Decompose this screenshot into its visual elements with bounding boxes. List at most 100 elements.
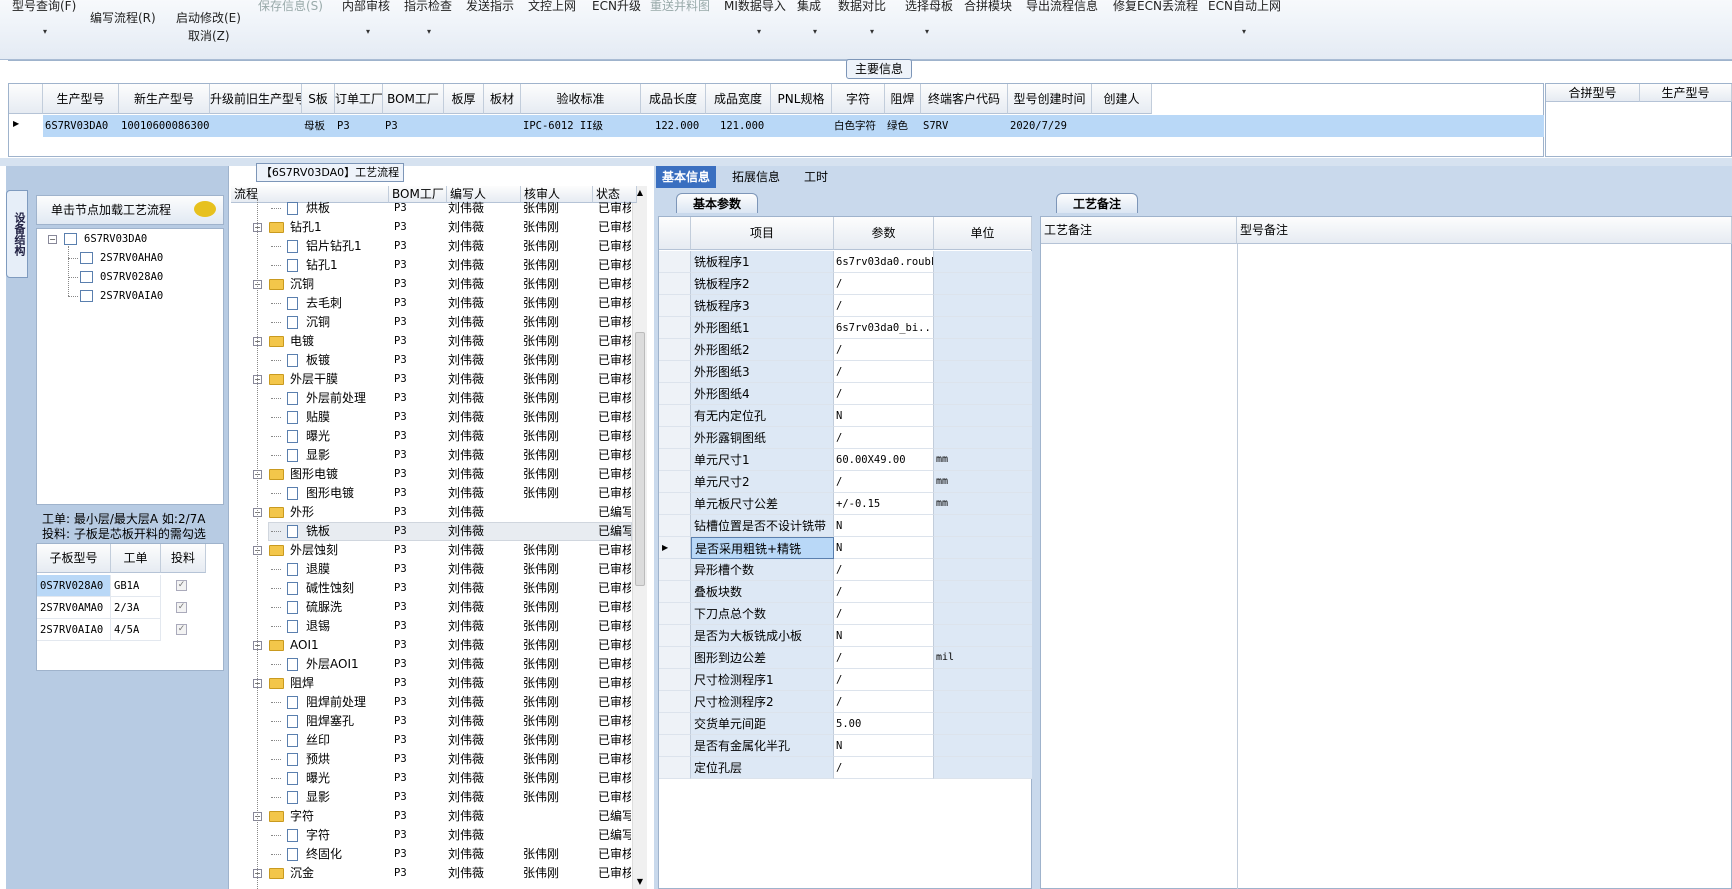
- sub-grid-order-0[interactable]: GB1A: [111, 575, 161, 597]
- toolbar-button-13[interactable]: 导出流程信息: [1026, 0, 1098, 14]
- tab-0[interactable]: 基本信息: [656, 166, 717, 188]
- param-value-19[interactable]: /: [834, 669, 934, 691]
- grid-header-12[interactable]: 字符: [832, 84, 885, 114]
- toolbar-button-0[interactable]: 型号查询(F): [12, 0, 76, 14]
- grid-cell-10[interactable]: 121.000: [706, 115, 771, 137]
- sub-grid-header-0[interactable]: 子板型号: [37, 544, 111, 573]
- flow-name-17[interactable]: 铣板: [306, 522, 388, 541]
- dropdown-arrow-icon[interactable]: ▾: [366, 27, 370, 36]
- tree-child-1[interactable]: 0S7RV028A0: [100, 271, 163, 283]
- sub-grid-checkbox-0[interactable]: ✓: [176, 580, 187, 591]
- grid-header-3[interactable]: S板: [302, 84, 335, 114]
- param-value-3[interactable]: 6s7rv03da0_bi...: [834, 317, 934, 339]
- param-value-15[interactable]: /: [834, 581, 934, 603]
- sub-grid-checkbox-1[interactable]: ✓: [176, 602, 187, 613]
- toolbar-button-2[interactable]: 内部审核: [342, 0, 390, 14]
- grid-cell-5[interactable]: P3: [383, 115, 444, 137]
- cancel-button[interactable]: 取消(Z): [188, 27, 230, 44]
- toolbar-button-10[interactable]: 数据对比: [838, 0, 886, 14]
- toolbar-button-12[interactable]: 合拼模块: [964, 0, 1012, 14]
- flow-name-29[interactable]: 预烘: [306, 750, 388, 769]
- param-value-13[interactable]: N: [834, 537, 934, 559]
- tab-basic-params[interactable]: 基本参数: [676, 193, 758, 213]
- grid-header-2[interactable]: 升级前旧生产型号: [210, 84, 302, 114]
- param-value-8[interactable]: /: [834, 427, 934, 449]
- grid-header-5[interactable]: BOM工厂: [383, 84, 444, 114]
- toolbar-button-4[interactable]: 发送指示: [466, 0, 514, 14]
- sub-grid-checkbox-2[interactable]: ✓: [176, 624, 187, 635]
- flow-scrollbar[interactable]: ▲ ▼: [632, 186, 647, 889]
- flow-name-5[interactable]: 去毛刺: [306, 294, 388, 313]
- grid-header-15[interactable]: 型号创建时间: [1008, 84, 1092, 114]
- param-header-2[interactable]: 单位: [934, 217, 1032, 250]
- toolbar-button-8[interactable]: MI数据导入: [724, 0, 786, 14]
- flow-name-35[interactable]: 沉金: [290, 864, 385, 883]
- flow-name-30[interactable]: 曝光: [306, 769, 388, 788]
- param-value-14[interactable]: /: [834, 559, 934, 581]
- sub-grid-model-2[interactable]: 2S7RV0AIA0: [37, 619, 111, 641]
- grid-cell-4[interactable]: P3: [335, 115, 383, 137]
- dropdown-arrow-icon[interactable]: ▾: [757, 27, 761, 36]
- flow-name-21[interactable]: 硫脲洗: [306, 598, 388, 617]
- merge-header-0[interactable]: 合拼型号: [1546, 84, 1640, 102]
- flow-name-3[interactable]: 钻孔1: [306, 256, 388, 275]
- param-value-5[interactable]: /: [834, 361, 934, 383]
- flow-name-34[interactable]: 终固化: [306, 845, 388, 864]
- flow-name-1[interactable]: 钻孔1: [290, 218, 385, 237]
- merge-header-1[interactable]: 生产型号: [1640, 84, 1732, 102]
- param-value-1[interactable]: /: [834, 273, 934, 295]
- flow-name-24[interactable]: 外层AOI1: [306, 655, 388, 674]
- flow-name-18[interactable]: 外层蚀刻: [290, 541, 385, 560]
- toolbar-button-5[interactable]: 文控上网: [528, 0, 576, 14]
- flow-name-6[interactable]: 沉铜: [306, 313, 388, 332]
- flow-name-31[interactable]: 显影: [306, 788, 388, 807]
- flow-name-11[interactable]: 贴膜: [306, 408, 388, 427]
- flow-name-26[interactable]: 阻焊前处理: [306, 693, 388, 712]
- tree-child-0[interactable]: 2S7RV0AHA0: [100, 252, 163, 264]
- grid-cell-12[interactable]: 白色字符: [832, 115, 885, 137]
- param-value-2[interactable]: /: [834, 295, 934, 317]
- toolbar-button-1[interactable]: 保存信息(S): [258, 0, 323, 14]
- param-value-18[interactable]: /: [834, 647, 934, 669]
- flow-name-13[interactable]: 显影: [306, 446, 388, 465]
- param-value-11[interactable]: +/-0.15: [834, 493, 934, 515]
- param-value-6[interactable]: /: [834, 383, 934, 405]
- sub-grid-header-2[interactable]: 投料: [161, 544, 206, 573]
- tree-child-2[interactable]: 2S7RV0AIA0: [100, 290, 163, 302]
- dropdown-arrow-icon[interactable]: ▾: [1242, 27, 1246, 36]
- grid-cell-0[interactable]: 6S7RV03DA0: [43, 115, 119, 137]
- flow-name-23[interactable]: AOI1: [290, 636, 385, 655]
- grid-cell-14[interactable]: S7RV: [921, 115, 1008, 137]
- toolbar-button-15[interactable]: ECN自动上网: [1208, 0, 1281, 14]
- grid-header-7[interactable]: 板材: [484, 84, 521, 114]
- flow-name-4[interactable]: 沉铜: [290, 275, 385, 294]
- flow-name-20[interactable]: 碱性蚀刻: [306, 579, 388, 598]
- scroll-down-icon[interactable]: ▼: [633, 875, 647, 889]
- flow-name-16[interactable]: 外形: [290, 503, 385, 522]
- grid-header-14[interactable]: 终端客户代码: [921, 84, 1008, 114]
- grid-cell-8[interactable]: IPC-6012 II级: [521, 115, 641, 137]
- grid-header-8[interactable]: 验收标准: [521, 84, 641, 114]
- param-value-21[interactable]: 5.00: [834, 713, 934, 735]
- flow-name-19[interactable]: 退膜: [306, 560, 388, 579]
- dropdown-arrow-icon[interactable]: ▾: [427, 27, 431, 36]
- grid-cell-9[interactable]: 122.000: [641, 115, 706, 137]
- grid-header-10[interactable]: 成品宽度: [706, 84, 771, 114]
- param-value-23[interactable]: /: [834, 757, 934, 779]
- tab-2[interactable]: 工时: [798, 166, 834, 188]
- toolbar-button-6[interactable]: ECN升级: [592, 0, 641, 14]
- toolbar-button-3[interactable]: 指示检查: [404, 0, 452, 14]
- flow-name-10[interactable]: 外层前处理: [306, 389, 388, 408]
- grid-header-11[interactable]: PNL规格: [771, 84, 832, 114]
- grid-header-0[interactable]: 生产型号: [43, 84, 119, 114]
- grid-cell-13[interactable]: 绿色: [885, 115, 921, 137]
- param-value-7[interactable]: N: [834, 405, 934, 427]
- tab-device-structure[interactable]: 设备结构: [6, 190, 28, 278]
- dropdown-arrow-icon[interactable]: ▾: [925, 27, 929, 36]
- toolbar-button-11[interactable]: 选择母板: [905, 0, 953, 14]
- param-header-0[interactable]: 项目: [691, 217, 834, 250]
- flow-name-28[interactable]: 丝印: [306, 731, 388, 750]
- tab-process-notes[interactable]: 工艺备注: [1056, 193, 1138, 213]
- flow-name-25[interactable]: 阻焊: [290, 674, 385, 693]
- tab-1[interactable]: 拓展信息: [726, 166, 786, 188]
